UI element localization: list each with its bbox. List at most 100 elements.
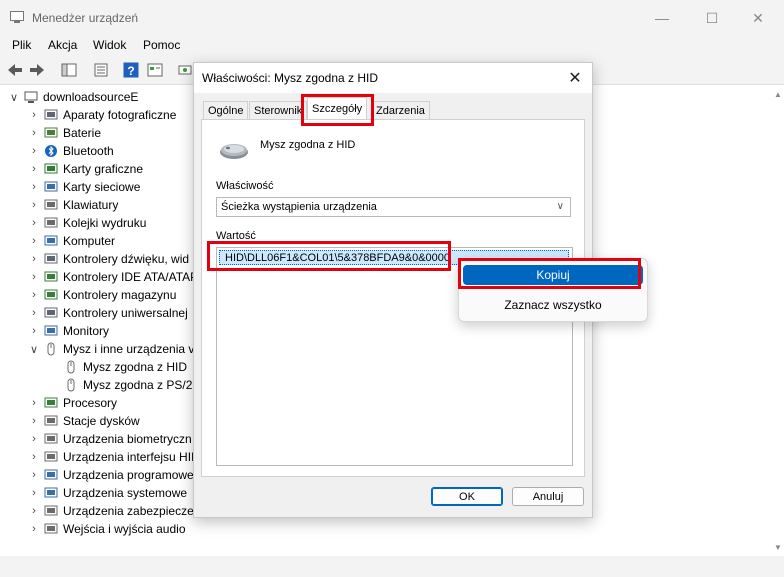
scan-icon[interactable] (176, 61, 194, 79)
chevron-right-icon[interactable]: › (28, 523, 40, 535)
tree-category-item[interactable]: › Monitory (28, 322, 109, 340)
property-label: Właściwość (216, 180, 274, 192)
chevron-right-icon[interactable]: › (28, 397, 40, 409)
dialog-title: Właściwości: Mysz zgodna z HID (202, 71, 379, 85)
close-window-button[interactable]: ✕ (740, 8, 776, 28)
tree-category-item[interactable]: › Karty sieciowe (28, 178, 140, 196)
tree-category-item[interactable]: › Urządzenia zabezpieczer (28, 502, 198, 520)
chevron-right-icon[interactable]: › (28, 163, 40, 175)
sound-icon (44, 253, 58, 264)
help-icon[interactable]: ? (122, 61, 140, 79)
tree-category-item[interactable]: › Komputer (28, 232, 115, 250)
chevron-right-icon[interactable]: › (28, 181, 40, 193)
tree-category-item[interactable]: › Wejścia i wyjścia audio (28, 520, 186, 538)
minimize-button[interactable]: — (644, 8, 680, 28)
computer-icon (24, 91, 38, 103)
tab-general[interactable]: Ogólne (203, 101, 249, 120)
menu-pomoc[interactable]: Pomoc (143, 38, 180, 52)
maximize-button[interactable]: ☐ (694, 8, 730, 28)
tree-item-label: Wejścia i wyjścia audio (63, 522, 186, 536)
tree-category-item[interactable]: › Bluetooth (28, 142, 114, 160)
tree-item-label: Baterie (63, 126, 102, 140)
tree-category-item[interactable]: › Kontrolery magazynu (28, 286, 176, 304)
ok-button[interactable]: OK (431, 487, 503, 506)
tab-driver[interactable]: Sterownik (249, 101, 308, 120)
menu-plik[interactable]: Plik (12, 38, 31, 52)
tree-category-item[interactable]: › Baterie (28, 124, 101, 142)
copy-menu-item[interactable]: Kopiuj (463, 265, 643, 285)
chevron-right-icon[interactable]: › (28, 433, 40, 445)
storage-controller-icon (44, 289, 58, 300)
tree-child-item[interactable]: Mysz zgodna z HID (48, 358, 187, 376)
tree-category-item[interactable]: › Aparaty fotograficzne (28, 106, 176, 124)
tab-details[interactable]: Szczegóły (307, 97, 368, 120)
chevron-right-icon[interactable]: › (28, 325, 40, 337)
chevron-right-icon[interactable]: › (28, 487, 40, 499)
chevron-right-icon[interactable]: › (28, 289, 40, 301)
bluetooth-icon (45, 145, 57, 157)
dialog-close-button[interactable]: ✕ (564, 67, 586, 89)
console-tree-icon[interactable] (60, 61, 78, 79)
chevron-right-icon[interactable]: › (28, 217, 40, 229)
back-arrow-icon[interactable] (6, 61, 24, 79)
context-menu: Kopiuj Zaznacz wszystko (458, 258, 648, 322)
tree-item-label: Mysz zgodna z PS/2 (83, 378, 193, 392)
tree-category-item[interactable]: › Klawiatury (28, 196, 118, 214)
title-bar: Menedżer urządzeń — ☐ ✕ (0, 0, 784, 36)
properties-icon[interactable] (92, 61, 110, 79)
view-icon[interactable] (146, 61, 164, 79)
tree-item-label: Mysz zgodna z HID (83, 360, 188, 374)
disk-drive-icon (44, 415, 58, 426)
ide-controller-icon (44, 271, 58, 282)
processor-icon (44, 397, 58, 408)
tree-category-item[interactable]: › Urządzenia biometryczn (28, 430, 192, 448)
tree-category-item[interactable]: ∨ Mysz i inne urządzenia v (28, 340, 194, 358)
tree-item-label: Monitory (63, 324, 110, 338)
mouse-icon (67, 360, 75, 374)
tree-category-item[interactable]: › Stacje dysków (28, 412, 140, 430)
forward-arrow-icon[interactable] (28, 61, 46, 79)
status-bar (0, 556, 784, 577)
tree-item-label: Klawiatury (63, 198, 119, 212)
chevron-right-icon[interactable]: › (28, 451, 40, 463)
tab-events[interactable]: Zdarzenia (371, 101, 430, 120)
vertical-scrollbar[interactable]: ▲ ▼ (770, 86, 784, 556)
tree-root-item[interactable]: ∨ downloadsourceE (8, 88, 138, 106)
select-all-menu-item[interactable]: Zaznacz wszystko (463, 295, 643, 315)
tree-category-item[interactable]: › Urządzenia interfejsu HII (28, 448, 194, 466)
chevron-right-icon[interactable]: › (28, 415, 40, 427)
chevron-down-icon[interactable]: ∨ (28, 343, 40, 356)
chevron-right-icon[interactable]: › (28, 307, 40, 319)
menu-widok[interactable]: Widok (93, 38, 126, 52)
chevron-right-icon[interactable]: › (28, 235, 40, 247)
tree-item-label: Mysz i inne urządzenia v (63, 342, 195, 356)
property-select[interactable]: Ścieżka wystąpienia urządzenia ∨ (216, 197, 571, 217)
mouse-device-icon (220, 144, 248, 159)
window-title: Menedżer urządzeń (32, 11, 139, 25)
tree-category-item[interactable]: › Kolejki wydruku (28, 214, 146, 232)
chevron-right-icon[interactable]: › (28, 469, 40, 481)
cancel-button[interactable]: Anuluj (512, 487, 584, 506)
keyboard-icon (44, 199, 58, 210)
tree-category-item[interactable]: › Urządzenia systemowe (28, 484, 187, 502)
chevron-right-icon[interactable]: › (28, 145, 40, 157)
tree-category-item[interactable]: › Karty graficzne (28, 160, 143, 178)
chevron-right-icon[interactable]: › (28, 253, 40, 265)
tree-category-item[interactable]: › Kontrolery IDE ATA/ATAP (28, 268, 198, 286)
menu-akcja[interactable]: Akcja (48, 38, 77, 52)
tree-category-item[interactable]: › Kontrolery uniwersalnej (28, 304, 188, 322)
tree-child-item[interactable]: Mysz zgodna z PS/2 (48, 376, 192, 394)
chevron-right-icon[interactable]: › (28, 127, 40, 139)
printer-icon (44, 217, 58, 228)
tree-category-item[interactable]: › Kontrolery dźwięku, wid (28, 250, 189, 268)
chevron-right-icon[interactable]: › (28, 109, 40, 121)
tree-category-item[interactable]: › Urządzenia programowe (28, 466, 194, 484)
chevron-right-icon[interactable]: › (28, 271, 40, 283)
chevron-right-icon[interactable]: › (28, 199, 40, 211)
tree-category-item[interactable]: › Procesory (28, 394, 117, 412)
chevron-right-icon[interactable]: › (28, 505, 40, 517)
tree-item-label: Kontrolery uniwersalnej (63, 306, 188, 320)
tree-item-label: Bluetooth (63, 144, 114, 158)
chevron-down-icon[interactable]: ∨ (8, 91, 20, 104)
system-device-icon (44, 487, 58, 498)
